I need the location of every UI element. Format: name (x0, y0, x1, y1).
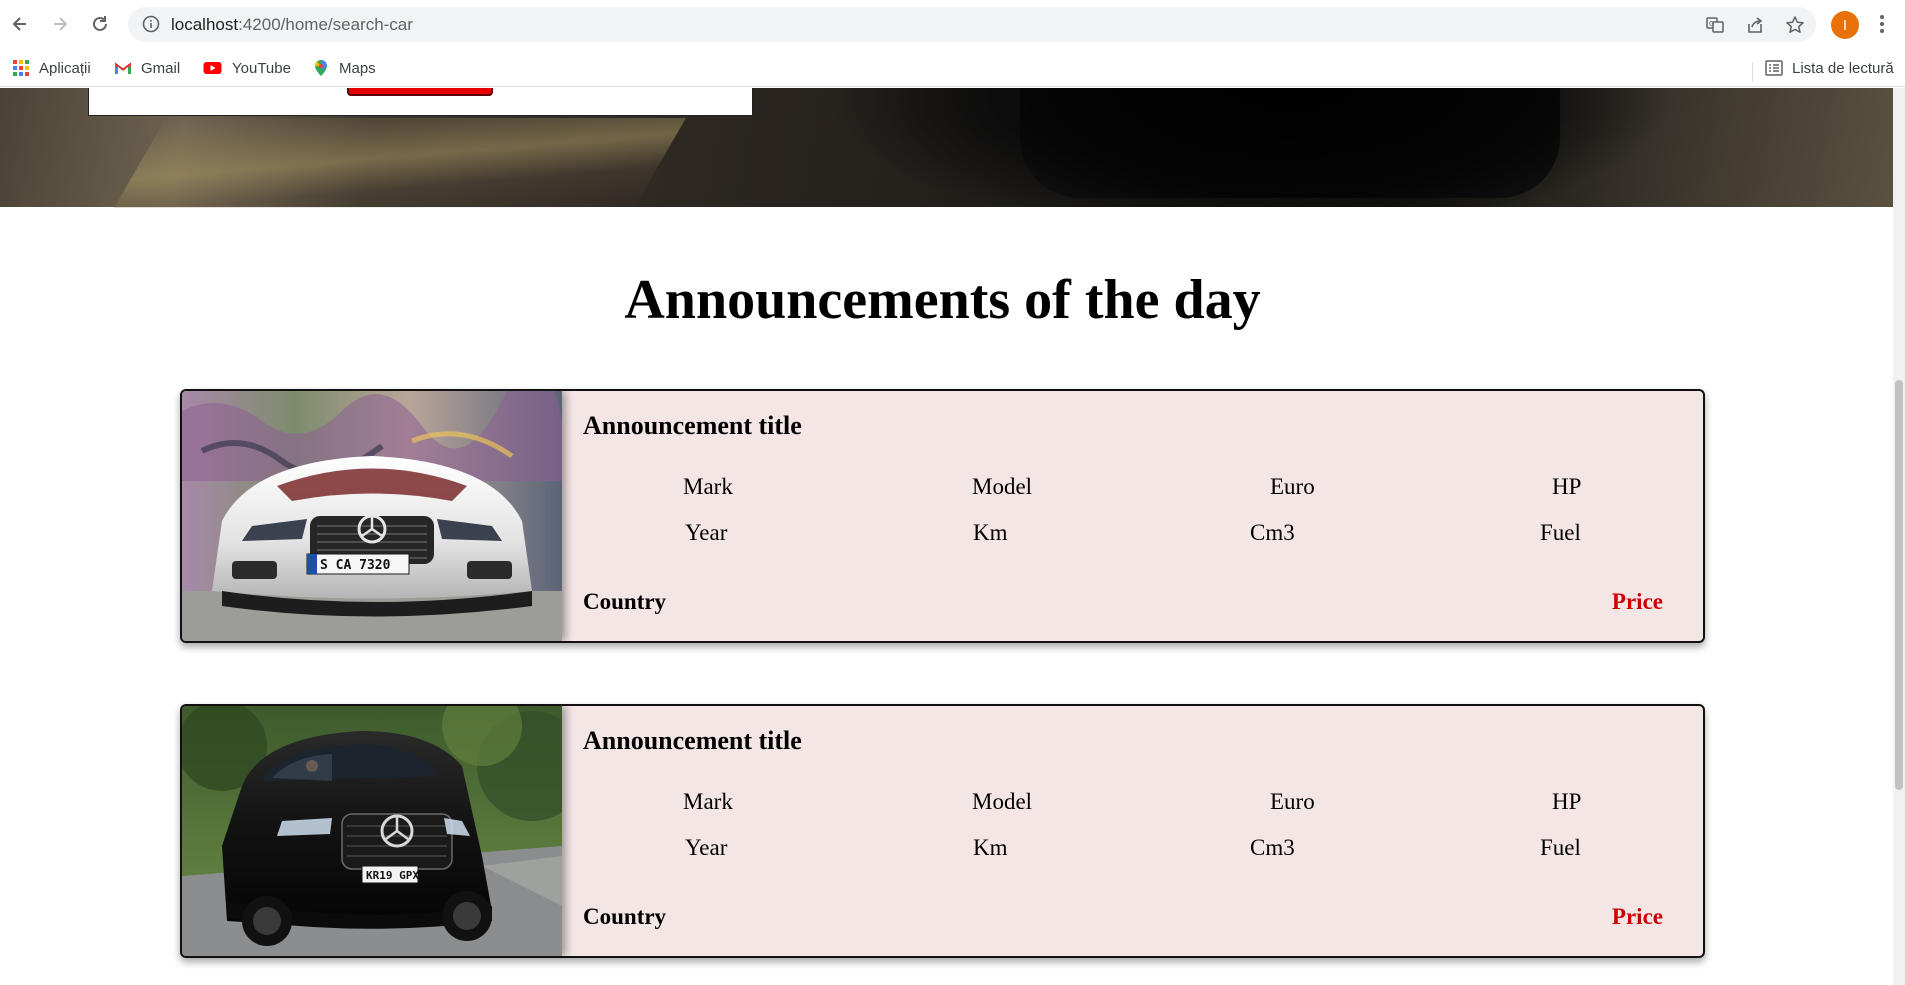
page-viewport: Announcements of the day S CA 7320 Annou… (0, 88, 1893, 985)
address-bar[interactable]: localhost:4200/home/search-car G (128, 7, 1816, 42)
spec-km: Km (973, 835, 1008, 860)
bookmark-label: Maps (339, 59, 376, 77)
bookmark-label: Aplicații (39, 59, 91, 77)
announcement-title[interactable]: Announcement title (583, 726, 802, 756)
browser-toolbar: localhost:4200/home/search-car G I (0, 0, 1905, 49)
spec-cm3: Cm3 (1250, 520, 1295, 545)
announcement-card[interactable]: S CA 7320 Announcement title Mark Model … (180, 389, 1705, 643)
reading-list-button[interactable]: Lista de lectură (1765, 56, 1894, 80)
translate-icon[interactable]: G (1705, 15, 1725, 35)
spec-year: Year (685, 520, 728, 545)
card-country: Country (583, 904, 667, 929)
car-photo[interactable]: KR19 GPX (182, 706, 562, 956)
reload-icon (93, 16, 107, 31)
spec-km: Km (973, 520, 1008, 545)
profile-avatar[interactable]: I (1831, 11, 1859, 39)
spec-euro: Euro (1270, 789, 1315, 814)
spec-mark: Mark (683, 474, 733, 499)
spec-euro: Euro (1270, 474, 1315, 499)
bookmarks-bar: Aplicații Gmail YouTube Maps Lista de le… (0, 49, 1905, 87)
svg-text:G: G (1709, 20, 1714, 28)
announcement-title[interactable]: Announcement title (583, 411, 802, 441)
hero-banner (0, 88, 1893, 208)
svg-text:KR19 GPX: KR19 GPX (366, 869, 419, 882)
bookmark-label: YouTube (232, 59, 291, 77)
reading-list-icon (1765, 60, 1783, 76)
bookmark-maps[interactable]: Maps (312, 56, 376, 80)
reload-button[interactable] (88, 12, 112, 36)
announcement-card[interactable]: KR19 GPX Announcement title Mark Model E… (180, 704, 1705, 958)
spec-hp: HP (1552, 474, 1582, 499)
hero-road-curb (114, 118, 686, 208)
spec-year: Year (685, 835, 728, 860)
spec-cm3: Cm3 (1250, 835, 1295, 860)
page-scrollbar[interactable] (1893, 88, 1905, 985)
card-price: Price (1611, 904, 1663, 929)
white-mercedes-convertible-image: S CA 7320 (182, 391, 562, 641)
card-country: Country (583, 589, 667, 614)
maps-icon (314, 60, 327, 76)
card-price: Price (1611, 589, 1663, 614)
bookmark-youtube[interactable]: YouTube (202, 56, 291, 80)
svg-text:S CA 7320: S CA 7320 (320, 558, 391, 573)
bookmark-gmail[interactable]: Gmail (114, 56, 180, 80)
info-icon[interactable] (142, 15, 160, 33)
spec-fuel: Fuel (1540, 520, 1581, 545)
spec-model: Model (972, 789, 1033, 814)
apps-grid-icon (13, 60, 29, 76)
back-button[interactable] (8, 12, 32, 36)
url-text[interactable]: localhost:4200/home/search-car (171, 15, 413, 35)
black-mercedes-suv-image: KR19 GPX (182, 706, 562, 956)
search-button[interactable] (347, 88, 493, 96)
forward-button[interactable] (48, 12, 72, 36)
arrow-left-icon (12, 17, 26, 31)
share-icon[interactable] (1745, 15, 1765, 35)
spec-hp: HP (1552, 789, 1582, 814)
scrollbar-thumb[interactable] (1895, 380, 1903, 790)
spec-model: Model (972, 474, 1033, 499)
star-icon[interactable] (1785, 15, 1805, 35)
bookmark-label: Gmail (141, 59, 181, 77)
bookmarks-separator (1752, 62, 1753, 82)
arrow-right-icon (54, 17, 68, 31)
reading-list-label: Lista de lectură (1792, 59, 1894, 77)
youtube-icon (203, 62, 222, 74)
spec-mark: Mark (683, 789, 733, 814)
hero-car-shadow (1020, 88, 1560, 198)
section-title: Announcements of the day (624, 269, 1261, 331)
search-car-form (88, 88, 753, 116)
car-photo[interactable]: S CA 7320 (182, 391, 562, 641)
menu-kebab-icon[interactable] (1878, 13, 1886, 35)
bookmark-apps[interactable]: Aplicații (12, 56, 91, 80)
gmail-icon (114, 62, 132, 74)
spec-fuel: Fuel (1540, 835, 1581, 860)
